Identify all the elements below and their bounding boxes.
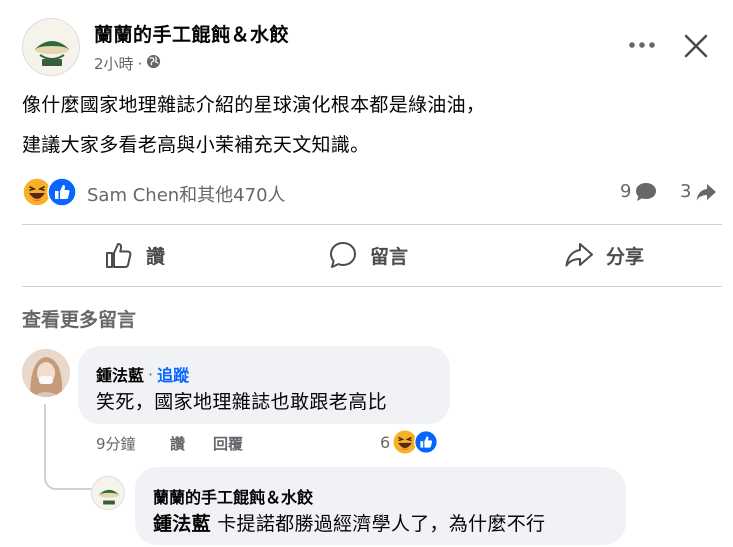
reply-author[interactable]: 蘭蘭的手工餛飩＆水餃 xyxy=(153,484,313,508)
share-count-value: 3 xyxy=(680,181,692,202)
like-reaction-icon xyxy=(47,177,77,207)
divider-bottom xyxy=(22,286,722,287)
share-arrow-icon xyxy=(696,183,717,200)
close-button[interactable] xyxy=(676,26,716,66)
comment-reply-button[interactable]: 回覆 xyxy=(213,433,243,454)
comment-label: 留言 xyxy=(370,245,409,268)
share-button[interactable]: 分享 xyxy=(564,240,644,270)
reply-mention-tag[interactable]: 鍾法藍 xyxy=(153,513,211,535)
meta-separator: · xyxy=(137,54,143,73)
more-options-button[interactable] xyxy=(624,30,660,60)
comment-button[interactable]: 留言 xyxy=(328,240,408,270)
comment-author-row: 鍾法藍 · 追蹤 xyxy=(96,362,189,386)
share-count[interactable]: 3 xyxy=(680,181,717,202)
view-more-comments-link[interactable]: 查看更多留言 xyxy=(22,305,136,332)
comment-text: 笑死，國家地理雜誌也敢跟老高比 xyxy=(96,391,388,413)
author-separator: · xyxy=(148,364,154,384)
page-avatar[interactable] xyxy=(22,18,80,76)
comment-time[interactable]: 9分鐘 xyxy=(96,433,136,454)
comment-like-button[interactable]: 讚 xyxy=(170,433,185,454)
share-label: 分享 xyxy=(606,245,645,268)
comment-count[interactable]: 9 xyxy=(620,181,657,202)
comment-reaction-count: 6 xyxy=(380,432,391,452)
comment-bubble-icon xyxy=(636,182,657,201)
reactions-summary[interactable]: Sam Chen和其他470人 xyxy=(87,181,286,207)
like-button[interactable]: 讚 xyxy=(104,240,165,270)
share-icon xyxy=(565,243,593,267)
comment-icon xyxy=(330,242,356,268)
post-text-line-1: 像什麼國家地理雜誌介紹的星球演化根本都是綠油油， xyxy=(22,94,486,116)
divider-top xyxy=(22,224,722,225)
comment-author[interactable]: 鍾法藍 xyxy=(96,362,144,386)
post-time[interactable]: 2小時 xyxy=(94,53,134,74)
post-text-line-2: 建議大家多看老高與小茉補充天文知識。 xyxy=(22,134,370,156)
globe-icon[interactable] xyxy=(146,54,161,73)
ellipsis-icon xyxy=(629,42,655,48)
thumbs-up-icon xyxy=(106,243,132,268)
close-icon xyxy=(684,34,708,58)
reply-text-row: 鍾法藍 卡提諾都勝過經濟學人了，為什麼不行 xyxy=(153,509,545,536)
reply-author-avatar[interactable] xyxy=(91,476,125,510)
like-reaction-icon xyxy=(414,430,438,454)
commenter-avatar[interactable] xyxy=(22,349,70,397)
comment-count-value: 9 xyxy=(620,181,632,202)
like-label: 讚 xyxy=(146,245,166,268)
follow-link[interactable]: 追蹤 xyxy=(157,362,189,386)
comment-reactions[interactable]: 6 xyxy=(380,429,438,455)
post-meta: 2小時 · xyxy=(94,53,161,74)
page-name[interactable]: 蘭蘭的手工餛飩＆水餃 xyxy=(94,20,289,47)
reaction-icons[interactable] xyxy=(22,177,77,207)
reply-text: 卡提諾都勝過經濟學人了，為什麼不行 xyxy=(210,513,546,535)
